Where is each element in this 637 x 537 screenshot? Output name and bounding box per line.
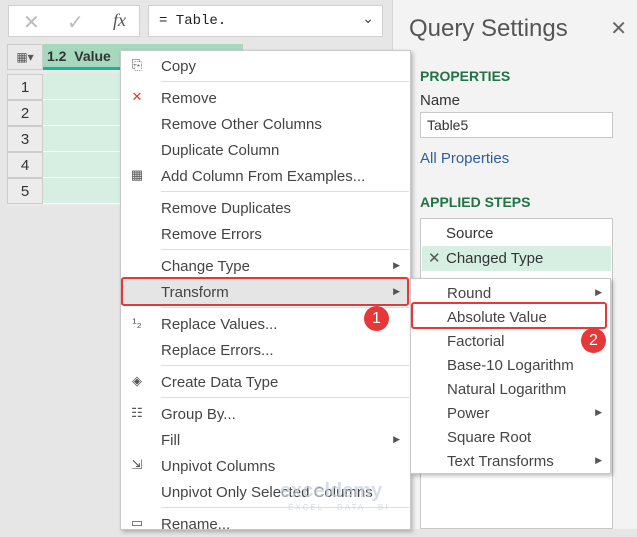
add-column-icon: ▦	[130, 167, 144, 182]
step-changed-type[interactable]: ✕ Changed Type	[422, 246, 611, 271]
menu-item-label: Remove Other Columns	[161, 116, 322, 133]
menu-divider	[161, 365, 409, 366]
menu-item-label: Remove	[161, 90, 217, 107]
menu-item-label: Remove Duplicates	[161, 200, 292, 217]
row-number[interactable]: 5	[7, 178, 43, 204]
name-input[interactable]: Table5	[420, 112, 613, 138]
table-icon[interactable]: ▦▾	[7, 44, 43, 70]
row-number[interactable]: 4	[7, 152, 43, 178]
menu-divider	[161, 81, 409, 82]
menu-item[interactable]: Remove Errors	[121, 221, 410, 247]
column-name: Value	[74, 48, 111, 64]
step-badge-2: 2	[581, 328, 606, 353]
submenu-item-label: Natural Logarithm	[447, 381, 567, 398]
applied-steps-heading: APPLIED STEPS	[420, 194, 531, 210]
cancel-icon[interactable]: ✕	[23, 10, 40, 35]
watermark-logo: exceldemy EXCEL · DATA · BI	[280, 480, 389, 512]
menu-item[interactable]: Change Type ▶	[121, 253, 410, 279]
submenu-item-label: Base-10 Logarithm	[447, 357, 574, 374]
menu-item-label: Copy	[161, 58, 197, 75]
submenu-item[interactable]: Text Transforms ▶	[411, 449, 610, 473]
menu-item[interactable]: Fill ▶	[121, 427, 410, 453]
step-label: Changed Type	[446, 250, 544, 267]
menu-item-label: Unpivot Columns	[161, 458, 276, 475]
create-data-type-icon: ◈	[132, 373, 142, 388]
replace-values-icon: ¹₂	[132, 315, 142, 330]
menu-item[interactable]: Replace Errors...	[121, 337, 410, 363]
check-icon[interactable]: ✓	[67, 10, 84, 35]
menu-item[interactable]: ⎘ Copy	[121, 53, 410, 79]
menu-item[interactable]: Remove Other Columns	[121, 111, 410, 137]
menu-item-label: Replace Errors...	[161, 342, 274, 359]
menu-item-label: Replace Values...	[161, 316, 278, 333]
menu-item-label: Add Column From Examples...	[161, 168, 366, 185]
menu-item-label: Duplicate Column	[161, 142, 280, 159]
row-number[interactable]: 1	[7, 74, 43, 100]
submenu-arrow-icon: ▶	[595, 455, 602, 465]
copy-icon: ⎘	[131, 57, 143, 72]
menu-item[interactable]: ▦ Add Column From Examples...	[121, 163, 410, 189]
submenu-arrow-icon: ▶	[393, 260, 400, 270]
fx-icon[interactable]: fx	[113, 10, 126, 31]
chevron-down-icon[interactable]: ⌄	[362, 11, 374, 27]
delete-step-icon[interactable]: ✕	[428, 249, 441, 267]
menu-divider	[161, 249, 409, 250]
menu-item-label: Rename...	[161, 516, 231, 533]
submenu-arrow-icon: ▶	[393, 434, 400, 444]
remove-icon: ✕	[131, 89, 143, 104]
submenu-item[interactable]: Natural Logarithm	[411, 377, 610, 401]
formula-input[interactable]: = Table. ⌄	[148, 5, 383, 37]
unpivot-icon: ⇲	[131, 457, 143, 472]
callout-box-transform	[121, 277, 409, 306]
watermark-name: exceldemy	[280, 480, 383, 502]
menu-divider	[161, 397, 409, 398]
step-badge-1: 1	[364, 306, 389, 331]
menu-item-label: Create Data Type	[161, 374, 279, 391]
close-icon[interactable]: ✕	[610, 16, 627, 41]
group-by-icon: ☷	[131, 405, 143, 420]
submenu-item[interactable]: Base-10 Logarithm	[411, 353, 610, 377]
step-source[interactable]: Source	[422, 221, 611, 246]
menu-item[interactable]: ◈ Create Data Type	[121, 369, 410, 395]
menu-item[interactable]: ▭ Rename...	[121, 511, 410, 537]
menu-item[interactable]: ☷ Group By...	[121, 401, 410, 427]
column-type: 1.2	[47, 48, 67, 64]
submenu-arrow-icon: ▶	[595, 287, 602, 297]
name-label: Name	[420, 92, 461, 109]
step-label: Source	[446, 225, 494, 242]
submenu-item-label: Square Root	[447, 429, 532, 446]
menu-item-label: Group By...	[161, 406, 236, 423]
submenu-item-label: Text Transforms	[447, 453, 554, 470]
menu-item[interactable]: Duplicate Column	[121, 137, 410, 163]
menu-item-label: Remove Errors	[161, 226, 262, 243]
watermark-tagline: EXCEL · DATA · BI	[288, 503, 390, 512]
row-number[interactable]: 2	[7, 100, 43, 126]
submenu-item-label: Round	[447, 285, 492, 302]
formula-text: = Table.	[159, 13, 227, 29]
submenu-item[interactable]: Power ▶	[411, 401, 610, 425]
panel-title: Query Settings	[409, 15, 568, 42]
menu-item[interactable]: ⇲ Unpivot Columns	[121, 453, 410, 479]
submenu-arrow-icon: ▶	[595, 407, 602, 417]
submenu-item-label: Power	[447, 405, 490, 422]
menu-item-label: Change Type	[161, 258, 250, 275]
submenu-item[interactable]: Square Root	[411, 425, 610, 449]
menu-divider	[161, 191, 409, 192]
menu-item-label: Fill	[161, 432, 181, 449]
submenu-item-label: Factorial	[447, 333, 505, 350]
menu-item[interactable]: ✕ Remove	[121, 85, 410, 111]
properties-heading: PROPERTIES	[420, 68, 511, 84]
all-properties-link[interactable]: All Properties	[420, 150, 509, 167]
row-number[interactable]: 3	[7, 126, 43, 152]
menu-item[interactable]: Remove Duplicates	[121, 195, 410, 221]
formula-buttons: ✕ ✓ fx	[8, 5, 140, 37]
callout-box-absolute-value	[411, 302, 607, 329]
